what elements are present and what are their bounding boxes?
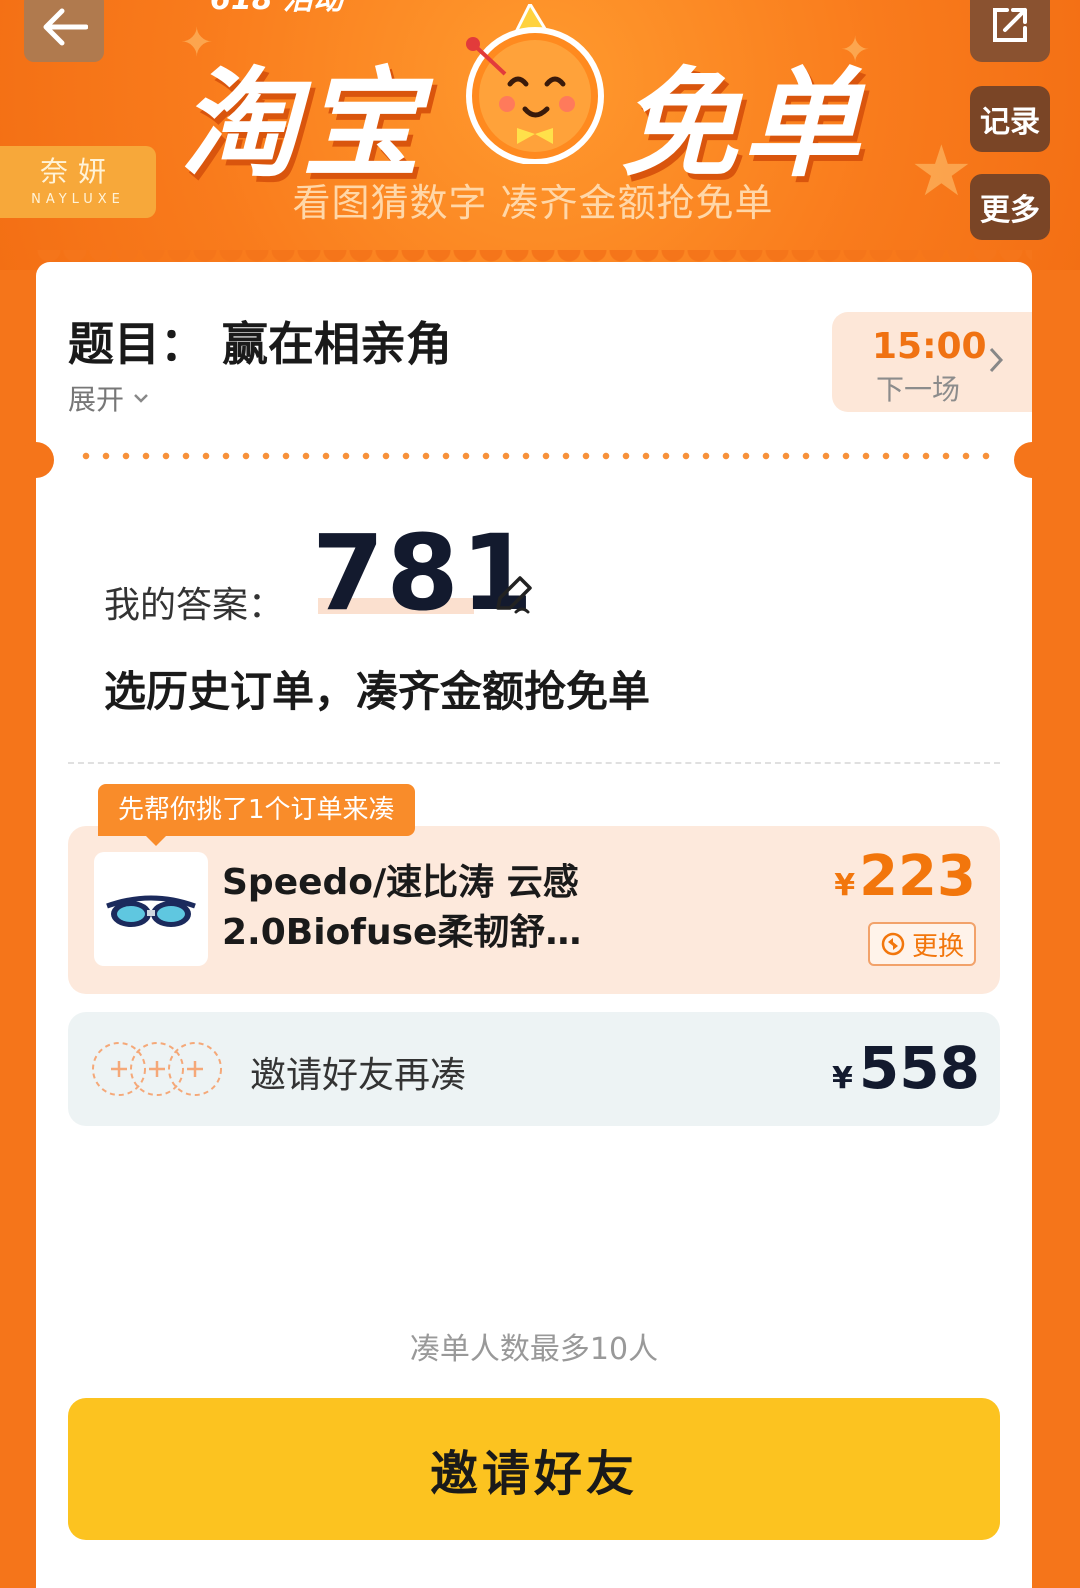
ticket-notch-left [18,442,54,478]
swap-order-label: 更换 [911,931,964,962]
remaining-amount-value: 558 [858,1034,980,1102]
refresh-icon [881,932,905,956]
pick-orders-tip: 选历史订单，凑齐金额抢免单 [104,667,651,716]
expand-label: 展开 [68,383,125,416]
records-button[interactable]: 记录 [970,86,1050,152]
currency-symbol: ¥ [832,1061,853,1096]
brand-logo-cn: 奈妍 [39,155,116,188]
share-icon [993,8,1027,42]
remaining-amount: ¥558 [832,1034,980,1102]
answer-label: 我的答案： [104,585,285,626]
expand-toggle[interactable]: 展开 [68,378,150,418]
swim-goggles-icon [106,895,196,927]
hero-banner: ★ ✦ ✦ 618 活动 淘宝 免单 看图猜数字 凑齐金额抢免单 奈妍 NAYL… [0,0,1080,270]
chevron-down-icon [134,394,148,403]
hero-subtitle: 看图猜数字 凑齐金额抢免单 [292,181,774,225]
brand-logo-en: NAYLUXE [31,192,125,207]
order-product-name: Speedo/速比涛 云感 2.0Biofuse柔韧舒… [222,858,642,958]
order-price: ¥223 [834,844,976,909]
share-button[interactable] [970,0,1050,62]
chevron-right-icon [989,347,1004,373]
max-participants-note: 凑单人数最多10人 [409,1332,659,1367]
card-scallop-edge [36,250,1032,276]
game-card: 题目： 赢在相亲角 展开 15:00 下一场 我的答案： 781 选历史订单，凑… [18,262,1050,1588]
arrow-left-icon [43,8,88,46]
order-product-name-line2: 2.0Biofuse柔韧舒… [222,912,582,953]
currency-symbol: ¥ [834,868,856,903]
ticket-divider [76,452,992,460]
more-button[interactable]: 更多 [970,174,1050,240]
back-button[interactable] [24,0,104,62]
swap-order-button[interactable]: 更换 [868,922,976,966]
edit-pencil-icon[interactable] [490,572,536,618]
topic-title: 题目： 赢在相亲角 [68,317,453,371]
next-session-label: 下一场 [876,373,961,406]
mascot-icon [466,4,604,164]
selected-order-row[interactable]: Speedo/速比涛 云感 2.0Biofuse柔韧舒… ¥223 更换 [68,826,1000,994]
invite-friends-button[interactable]: 邀请好友 [68,1398,1000,1540]
brand-logo: 奈妍 NAYLUXE [0,146,156,218]
next-session-time: 15:00 [872,326,987,367]
event-label: 618 活动 [210,0,450,17]
invite-more-label: 邀请好友再凑 [250,1055,467,1096]
dashed-divider [68,762,1000,764]
order-price-value: 223 [859,844,976,909]
order-product-name-line1: Speedo/速比涛 云感 [222,862,579,903]
invite-more-row[interactable]: 邀请好友再凑 ¥558 [68,1012,1000,1126]
add-friend-slots-icon [92,1042,222,1096]
ticket-notch-right [1014,442,1050,478]
product-thumbnail [94,852,208,966]
picked-order-badge: 先帮你挑了1个订单来凑 [98,784,415,846]
next-session-button[interactable]: 15:00 下一场 [832,312,1032,412]
